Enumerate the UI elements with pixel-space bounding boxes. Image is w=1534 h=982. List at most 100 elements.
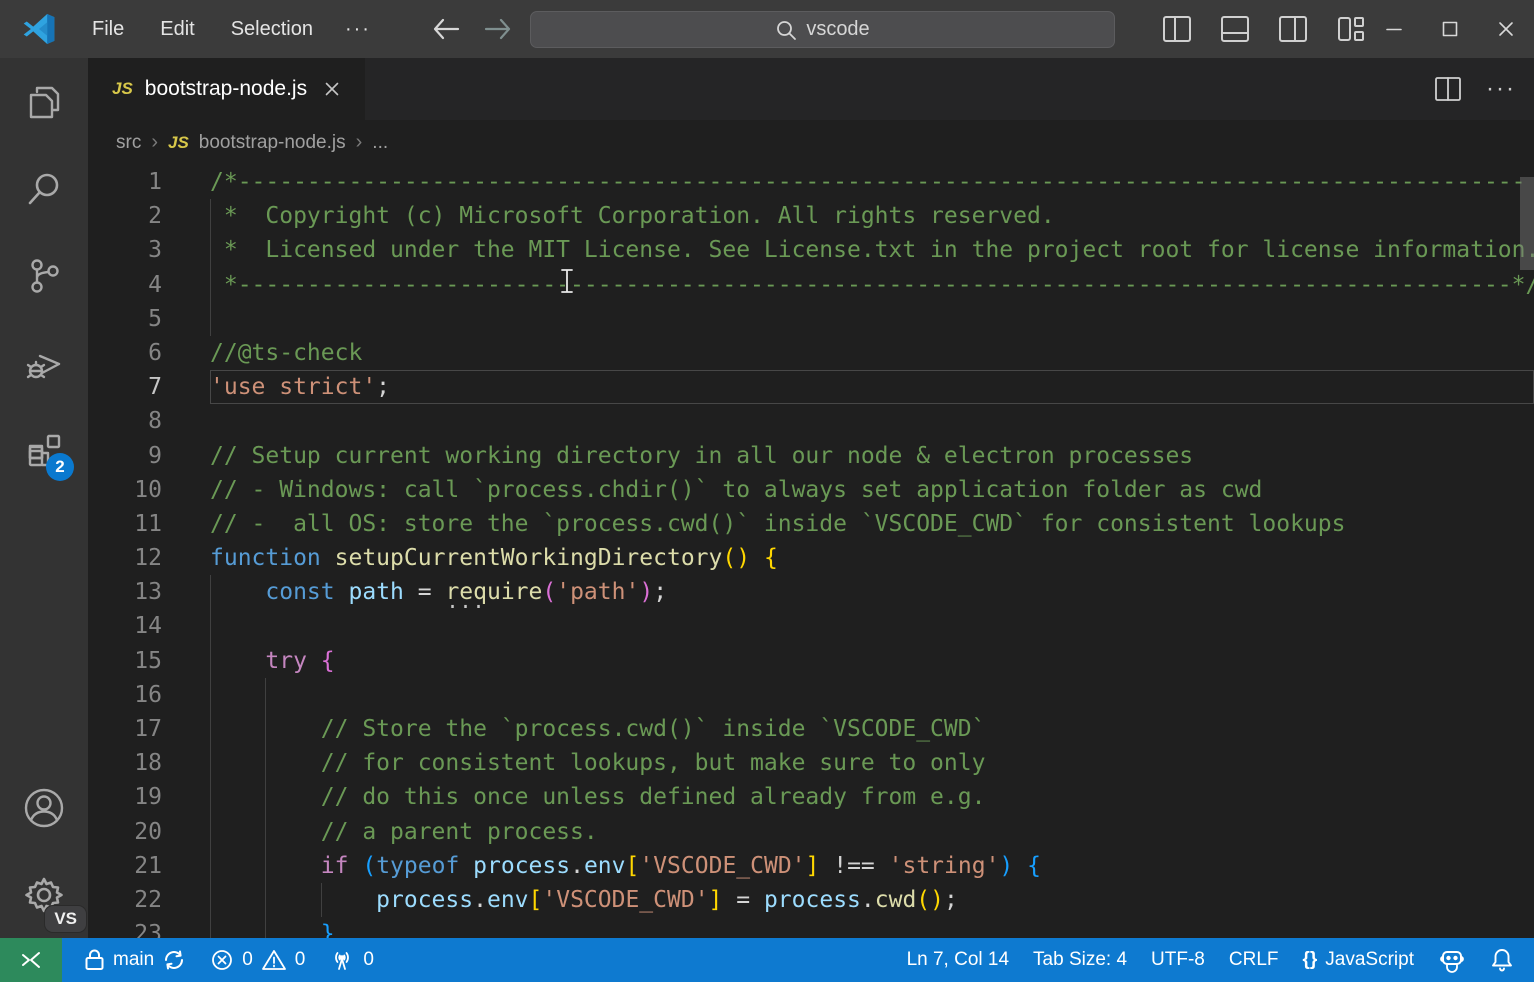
breadcrumb: src › JS bootstrap-node.js › ...	[88, 120, 1534, 165]
branch-indicator[interactable]: main	[72, 938, 198, 982]
account-icon[interactable]	[0, 764, 88, 851]
line-number[interactable]: 16	[88, 678, 210, 712]
breadcrumb-src[interactable]: src	[116, 132, 141, 154]
code-line[interactable]: 11// - all OS: store the `process.cwd()`…	[88, 507, 1534, 541]
encoding-indicator[interactable]: UTF-8	[1139, 938, 1217, 982]
language-indicator[interactable]: {} JavaScript	[1291, 938, 1427, 982]
code-line[interactable]: 22 process.env['VSCODE_CWD'] = process.c…	[88, 883, 1534, 917]
line-number[interactable]: 21	[88, 849, 210, 883]
split-editor-icon[interactable]	[1434, 75, 1462, 103]
breadcrumb-file[interactable]: bootstrap-node.js	[199, 132, 346, 154]
line-number[interactable]: 8	[88, 404, 210, 438]
line-number[interactable]: 13	[88, 575, 210, 609]
line-number[interactable]: 18	[88, 746, 210, 780]
indent-guide	[265, 917, 266, 938]
code-line[interactable]: 19 // do this once unless defined alread…	[88, 780, 1534, 814]
code-token: ()	[722, 545, 750, 571]
remote-indicator[interactable]	[0, 938, 62, 982]
line-number[interactable]: 7	[88, 370, 210, 404]
close-window-button[interactable]	[1478, 0, 1534, 58]
indentation-indicator[interactable]: Tab Size: 4	[1021, 938, 1139, 982]
copilot-indicator[interactable]	[1426, 938, 1478, 982]
code-line[interactable]: 17 // Store the `process.cwd()` inside `…	[88, 712, 1534, 746]
tab-close-icon[interactable]	[323, 80, 341, 98]
line-number[interactable]: 4	[88, 268, 210, 302]
vertical-scrollbar-thumb[interactable]	[1520, 177, 1534, 270]
line-number[interactable]: 12	[88, 541, 210, 575]
code-token	[210, 579, 265, 605]
code-line[interactable]: 10// - Windows: call `process.chdir()` t…	[88, 473, 1534, 507]
code-token: process	[473, 853, 570, 879]
code-line[interactable]: 14	[88, 609, 1534, 643]
line-number[interactable]: 17	[88, 712, 210, 746]
settings-gear-icon[interactable]: VS	[0, 851, 88, 938]
line-number[interactable]: 23	[88, 917, 210, 938]
line-number[interactable]: 5	[88, 302, 210, 336]
tab-bootstrap-node[interactable]: JS bootstrap-node.js	[88, 58, 366, 120]
code-line[interactable]: 7'use strict';	[88, 370, 1534, 404]
maximize-button[interactable]	[1422, 0, 1478, 58]
command-center-search[interactable]: vscode	[530, 11, 1115, 48]
customize-layout-icon[interactable]	[1336, 14, 1366, 44]
run-debug-icon[interactable]	[0, 319, 88, 406]
code-line[interactable]: 20 // a parent process.	[88, 815, 1534, 849]
line-number[interactable]: 6	[88, 336, 210, 370]
line-number[interactable]: 9	[88, 439, 210, 473]
line-number[interactable]: 14	[88, 609, 210, 643]
code-line[interactable]: 15 try {	[88, 644, 1534, 678]
code-line[interactable]: 5	[88, 302, 1534, 336]
code-line[interactable]: 16	[88, 678, 1534, 712]
toggle-secondary-sidebar-icon[interactable]	[1278, 14, 1308, 44]
line-number[interactable]: 1	[88, 165, 210, 199]
code-line-text	[210, 678, 1534, 712]
code-line[interactable]: 1/*-------------------------------------…	[88, 165, 1534, 199]
breadcrumb-symbol[interactable]: ...	[372, 132, 388, 154]
eol-indicator[interactable]: CRLF	[1217, 938, 1291, 982]
forward-arrow-icon[interactable]	[483, 16, 513, 42]
code-line[interactable]: 23 }	[88, 917, 1534, 938]
problems-indicator[interactable]: 0 0	[198, 938, 317, 982]
toggle-primary-sidebar-icon[interactable]	[1162, 14, 1192, 44]
code-line[interactable]: 2 * Copyright (c) Microsoft Corporation.…	[88, 199, 1534, 233]
code-line[interactable]: 12function setupCurrentWorkingDirectory(…	[88, 541, 1534, 575]
code-line[interactable]: 3 * Licensed under the MIT License. See …	[88, 233, 1534, 267]
line-number[interactable]: 11	[88, 507, 210, 541]
line-number[interactable]: 19	[88, 780, 210, 814]
code-token: cwd	[875, 887, 917, 913]
line-number[interactable]: 20	[88, 815, 210, 849]
code-line[interactable]: 18 // for consistent lookups, but make s…	[88, 746, 1534, 780]
back-arrow-icon[interactable]	[431, 16, 461, 42]
code-line[interactable]: 13 const path = require('path');	[88, 575, 1534, 609]
code-token: //@ts-check	[210, 340, 362, 366]
code-line[interactable]: 4 *-------------------------------------…	[88, 268, 1534, 302]
menu-overflow-button[interactable]: ···	[331, 12, 385, 47]
code-token: !==	[819, 853, 888, 879]
code-line[interactable]: 8	[88, 404, 1534, 438]
ports-indicator[interactable]: 0	[317, 938, 386, 982]
menu-file[interactable]: File	[74, 12, 142, 47]
code-line[interactable]: 6//@ts-check	[88, 336, 1534, 370]
source-control-icon[interactable]	[0, 232, 88, 319]
line-number[interactable]: 15	[88, 644, 210, 678]
code-line[interactable]: 9// Setup current working directory in a…	[88, 439, 1534, 473]
code-line[interactable]: 21 if (typeof process.env['VSCODE_CWD'] …	[88, 849, 1534, 883]
line-number[interactable]: 10	[88, 473, 210, 507]
editor-more-actions-icon[interactable]: ···	[1486, 75, 1516, 103]
notifications-indicator[interactable]	[1478, 938, 1526, 982]
line-number[interactable]: 22	[88, 883, 210, 917]
line-number[interactable]: 3	[88, 233, 210, 267]
menu-edit[interactable]: Edit	[142, 12, 212, 47]
explorer-icon[interactable]	[0, 58, 88, 145]
line-number[interactable]: 2	[88, 199, 210, 233]
search-view-icon[interactable]	[0, 145, 88, 232]
cursor-position[interactable]: Ln 7, Col 14	[895, 938, 1021, 982]
code-editor[interactable]: 1/*-------------------------------------…	[88, 165, 1534, 938]
toggle-panel-icon[interactable]	[1220, 14, 1250, 44]
code-line-text: /*--------------------------------------…	[210, 165, 1534, 199]
minimize-button[interactable]	[1366, 0, 1422, 58]
code-token	[307, 648, 321, 674]
chevron-right-icon: ›	[356, 131, 363, 154]
extensions-icon[interactable]: 2	[0, 406, 88, 493]
indent-guide	[321, 883, 322, 917]
menu-selection[interactable]: Selection	[213, 12, 331, 47]
